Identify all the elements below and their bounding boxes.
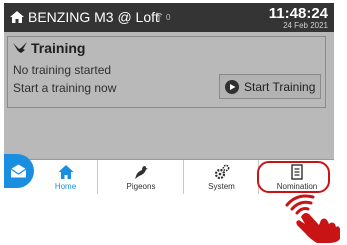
training-card: Training No training started Start a tra…	[7, 36, 326, 108]
nav-label-system: System	[208, 182, 235, 191]
status-bar: BENZING M3 @ Loft 0 11:48:24 24 Feb 2021	[4, 3, 334, 32]
nav-item-home[interactable]: Home	[34, 160, 97, 194]
tap-hand-icon	[285, 194, 340, 243]
nav-item-system[interactable]: System	[183, 160, 259, 194]
play-circle-icon	[225, 79, 239, 94]
signal-icon	[155, 13, 163, 22]
training-title: Training	[13, 40, 85, 56]
start-training-label: Start Training	[244, 79, 316, 94]
nav-label-pigeons: Pigeons	[126, 182, 156, 191]
signal-count: 0	[166, 13, 171, 22]
nomination-highlight	[257, 161, 330, 193]
start-training-button[interactable]: Start Training	[219, 74, 321, 99]
nav-item-pigeons[interactable]: Pigeons	[97, 160, 184, 194]
clock-time: 11:48:24	[268, 5, 328, 22]
home-icon[interactable]	[9, 9, 25, 25]
mail-icon	[10, 164, 27, 178]
device-title: BENZING M3 @ Loft	[28, 9, 159, 25]
training-title-text: Training	[31, 40, 86, 56]
training-status-text: No training started	[13, 63, 112, 77]
device-screen: BENZING M3 @ Loft 0 11:48:24 24 Feb 2021…	[4, 3, 334, 194]
training-hint-text: Start a training now	[13, 81, 117, 95]
gears-icon	[214, 164, 229, 180]
clock-date: 24 Feb 2021	[283, 21, 328, 30]
pigeon-flying-icon	[13, 42, 27, 53]
pigeon-icon	[135, 166, 148, 179]
home-icon	[58, 165, 73, 179]
nav-label-home: Home	[54, 182, 77, 191]
